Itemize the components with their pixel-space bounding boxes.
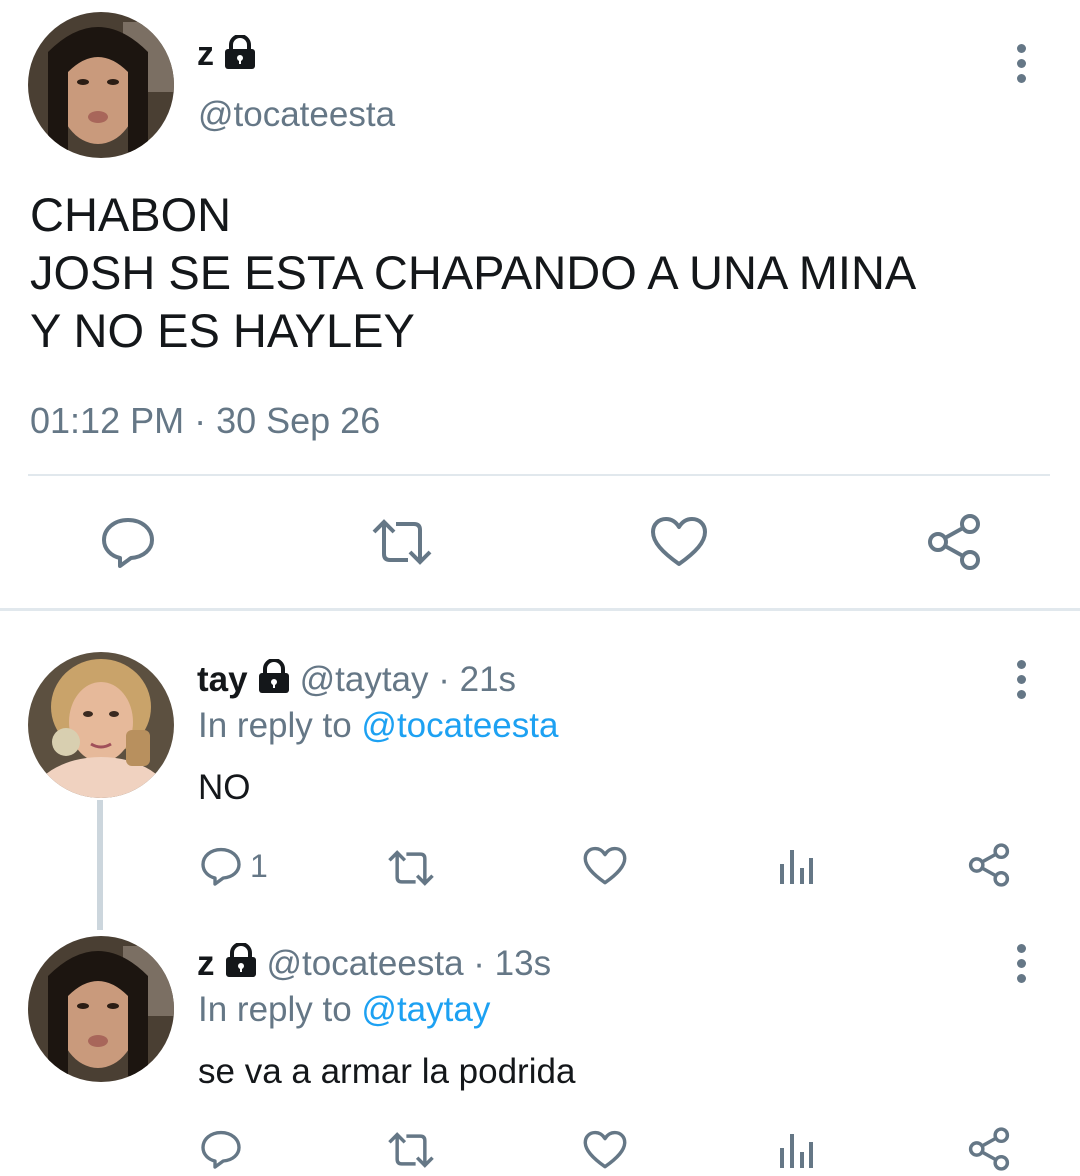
avatar-photo: [28, 936, 174, 1082]
more-options-icon[interactable]: [1016, 944, 1026, 983]
share-icon[interactable]: [966, 842, 1012, 888]
reply-count: 1: [250, 847, 268, 884]
tweet-text: CHABON JOSH SE ESTA CHAPANDO A UNA MINA …: [30, 186, 916, 360]
divider: [28, 474, 1050, 476]
analytics-icon[interactable]: [778, 1130, 814, 1170]
lock-icon: [222, 33, 258, 74]
avatar-photo: [28, 652, 174, 798]
author-handle[interactable]: @tocateesta: [198, 95, 395, 135]
in-reply-to-label: In reply to: [198, 706, 362, 745]
display-name[interactable]: z: [197, 944, 215, 984]
share-icon[interactable]: [966, 1126, 1012, 1172]
section-divider: [0, 608, 1080, 611]
retweet-icon[interactable]: [386, 1130, 436, 1170]
handle-text[interactable]: @taytay: [300, 660, 429, 699]
display-name[interactable]: tay: [197, 660, 248, 700]
avatar[interactable]: [28, 12, 174, 158]
reply-icon[interactable]: [200, 1128, 242, 1170]
reply-icon[interactable]: [100, 514, 156, 570]
tweet-timestamp[interactable]: 01:12 PM · 30 Sep 26: [30, 400, 380, 442]
avatar-photo: [28, 12, 174, 158]
in-reply-to-label: In reply to: [198, 990, 362, 1029]
reply-text: NO: [198, 768, 251, 807]
in-reply-to: In reply to @taytay: [198, 990, 490, 1030]
avatar[interactable]: [28, 652, 174, 798]
reply-to-link[interactable]: @tocateesta: [361, 706, 558, 745]
tweet-text-line: JOSH SE ESTA CHAPANDO A UNA MINA: [30, 246, 917, 299]
tweet-text-line: Y NO ES HAYLEY: [30, 304, 415, 357]
author-name-row: z: [197, 33, 258, 74]
like-icon[interactable]: [650, 516, 708, 568]
share-icon[interactable]: [924, 512, 984, 572]
handle-text[interactable]: @tocateesta: [267, 944, 464, 983]
lock-icon: [256, 657, 292, 702]
reply-header: tay @taytay · 21s: [197, 657, 516, 702]
reply-to-link[interactable]: @taytay: [361, 990, 490, 1029]
like-icon[interactable]: [583, 1130, 627, 1170]
reply-time: · 21s: [428, 660, 517, 699]
retweet-icon[interactable]: [386, 848, 436, 888]
thread-line: [97, 800, 103, 930]
analytics-icon[interactable]: [778, 846, 814, 886]
like-icon[interactable]: [583, 846, 627, 886]
in-reply-to: In reply to @tocateesta: [198, 706, 558, 746]
display-name[interactable]: z: [197, 35, 214, 74]
author-handle: @tocateesta · 13s: [267, 944, 552, 984]
reply-text: se va a armar la podrida: [198, 1052, 576, 1091]
more-options-icon[interactable]: [1016, 660, 1026, 699]
tweet-text-line: CHABON: [30, 188, 232, 241]
avatar[interactable]: [28, 936, 174, 1082]
more-options-icon[interactable]: [1016, 44, 1026, 83]
reply-header: z @tocateesta · 13s: [197, 941, 552, 986]
author-handle: @taytay · 21s: [300, 660, 516, 700]
reply-icon[interactable]: 1: [200, 845, 268, 887]
retweet-icon[interactable]: [370, 516, 434, 568]
reply-time: · 13s: [463, 944, 552, 983]
lock-icon: [223, 941, 259, 986]
